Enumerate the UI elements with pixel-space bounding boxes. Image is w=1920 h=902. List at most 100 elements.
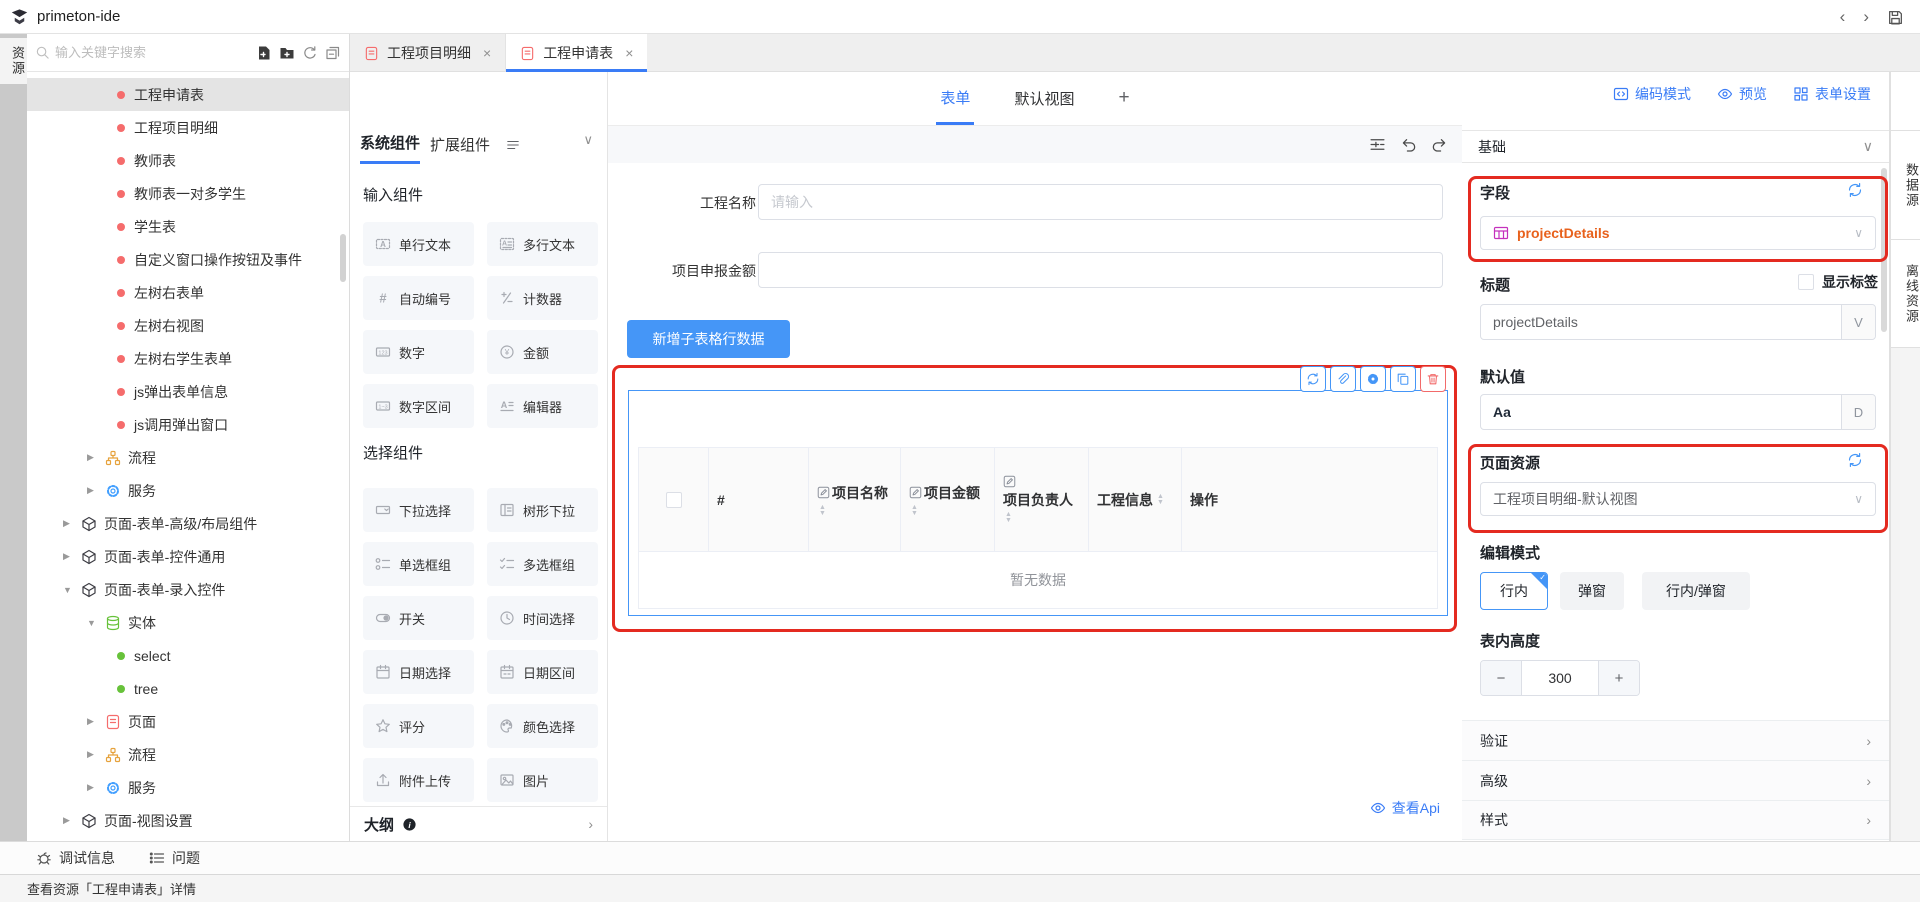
tree-scrollbar[interactable] xyxy=(340,234,346,282)
tree-item-teacher-table[interactable]: 教师表 xyxy=(27,144,349,177)
header-project-name-cell[interactable]: 项目名称▲▼ xyxy=(809,448,901,551)
close-tab-icon[interactable]: × xyxy=(625,45,633,61)
link-component-button[interactable] xyxy=(1330,366,1356,392)
header-project-amount-cell[interactable]: 项目金额▲▼ xyxy=(901,448,995,551)
chevron-right-icon[interactable]: › xyxy=(588,816,593,832)
tree-item-js-popup-window[interactable]: js调用弹出窗口 xyxy=(27,408,349,441)
new-folder-icon[interactable] xyxy=(279,45,295,61)
section-style[interactable]: 样式› xyxy=(1462,800,1889,840)
menu-icon[interactable] xyxy=(506,138,520,152)
component-rate[interactable]: 评分 xyxy=(363,704,474,748)
rail-tab-offline-resources[interactable]: 离线资源 xyxy=(1891,240,1920,348)
tree-group-page-view-settings[interactable]: ▶ 页面-视图设置 xyxy=(27,804,349,837)
import-resource-icon[interactable] xyxy=(256,45,272,61)
refresh-icon[interactable] xyxy=(302,45,318,61)
edit-mode-inline[interactable]: 行内 ✓ xyxy=(1480,572,1548,610)
edit-mode-inline-popup[interactable]: 行内/弹窗 xyxy=(1642,572,1750,610)
collapse-panel-icon[interactable]: ∨ xyxy=(583,132,593,148)
caret-down-icon[interactable]: ▼ xyxy=(87,618,99,628)
collapse-all-icon[interactable] xyxy=(325,45,341,61)
component-counter[interactable]: 计数器 xyxy=(487,276,598,320)
close-tab-icon[interactable]: × xyxy=(483,45,491,61)
component-time-picker[interactable]: 时间选择 xyxy=(487,596,598,640)
component-tree-dropdown[interactable]: 树形下拉 xyxy=(487,488,598,532)
tree-group-page-form-common[interactable]: ▶ 页面-表单-控件通用 xyxy=(27,540,349,573)
tree-group-process[interactable]: ▶ 流程 xyxy=(27,441,349,474)
rail-tab-resources[interactable]: 资源 xyxy=(0,38,27,84)
stepper-plus-button[interactable]: + xyxy=(1599,661,1639,695)
default-value-text[interactable]: Aa xyxy=(1481,404,1841,420)
project-name-input[interactable] xyxy=(758,184,1443,220)
tree-group-process-2[interactable]: ▶ 流程 xyxy=(27,738,349,771)
problems-tab[interactable]: 问题 xyxy=(149,848,200,868)
title-input[interactable] xyxy=(1481,314,1841,330)
outline-section[interactable]: 大纲 i › xyxy=(350,806,607,841)
delete-component-button[interactable] xyxy=(1420,366,1446,392)
component-auto-number[interactable]: # 自动编号 xyxy=(363,276,474,320)
field-select[interactable]: projectDetails ∨ xyxy=(1480,216,1876,250)
component-number-range[interactable]: 1~3 数字区间 xyxy=(363,384,474,428)
component-editor[interactable]: A 编辑器 xyxy=(487,384,598,428)
sort-icon[interactable]: ▲▼ xyxy=(819,505,826,517)
tree-item-custom-window[interactable]: 自定义窗口操作按钮及事件 xyxy=(27,243,349,276)
title-variable-button[interactable]: V xyxy=(1841,305,1875,339)
tree-group-page-form-entry[interactable]: ▼ 页面-表单-录入控件 xyxy=(27,573,349,606)
copy-component-button[interactable] xyxy=(1390,366,1416,392)
editor-tab-project-request[interactable]: 工程申请表 × xyxy=(506,34,647,72)
tab-default-view[interactable]: 默认视图 xyxy=(1010,74,1078,123)
add-view-button[interactable]: + xyxy=(1114,73,1133,125)
project-amount-input[interactable] xyxy=(758,252,1443,288)
tab-form[interactable]: 表单 xyxy=(936,73,974,125)
tree-group-service[interactable]: ▶ 服务 xyxy=(27,474,349,507)
component-money[interactable]: ¥ 金额 xyxy=(487,330,598,374)
undo-icon[interactable] xyxy=(1400,136,1417,153)
stepper-minus-button[interactable]: − xyxy=(1481,661,1521,695)
rail-tab-datasource[interactable]: 数据源 xyxy=(1891,130,1920,240)
sync-component-button[interactable] xyxy=(1300,366,1326,392)
header-project-owner-cell[interactable]: 项目负责人▲▼ xyxy=(995,448,1089,551)
tree-group-page[interactable]: ▶ 页面 xyxy=(27,705,349,738)
component-image[interactable]: 图片 xyxy=(487,758,598,802)
component-file-upload[interactable]: 附件上传 xyxy=(363,758,474,802)
refresh-page-resource-icon[interactable] xyxy=(1847,452,1863,468)
caret-right-icon[interactable]: ▶ xyxy=(87,749,99,760)
component-single-line-text[interactable]: A 单行文本 xyxy=(363,222,474,266)
component-date-range[interactable]: 日期区间 xyxy=(487,650,598,694)
view-api-link[interactable]: 查看Api xyxy=(1370,798,1440,818)
component-radio-group[interactable]: 单选框组 xyxy=(363,542,474,586)
tree-item-teacher-students[interactable]: 教师表一对多学生 xyxy=(27,177,349,210)
component-checkbox-group[interactable]: 多选框组 xyxy=(487,542,598,586)
component-switch[interactable]: 开关 xyxy=(363,596,474,640)
tree-item-tree[interactable]: tree xyxy=(27,672,349,705)
redo-icon[interactable] xyxy=(1431,136,1448,153)
outline-toggle-icon[interactable] xyxy=(1369,136,1386,153)
tree-group-entity[interactable]: ▼ 实体 xyxy=(27,606,349,639)
table-height-value[interactable]: 300 xyxy=(1521,661,1599,695)
component-date-picker[interactable]: 日期选择 xyxy=(363,650,474,694)
component-multi-line-text[interactable]: A 多行文本 xyxy=(487,222,598,266)
caret-right-icon[interactable]: ▶ xyxy=(87,782,99,793)
refresh-field-icon[interactable] xyxy=(1847,182,1863,198)
sort-icon[interactable]: ▲▼ xyxy=(1157,494,1164,506)
tree-item-left-tree-student-form[interactable]: 左树右学生表单 xyxy=(27,342,349,375)
tree-item-left-tree-view[interactable]: 左树右视图 xyxy=(27,309,349,342)
code-mode-link[interactable]: 编码模式 xyxy=(1613,84,1691,104)
show-label-checkbox[interactable] xyxy=(1798,274,1814,290)
tab-system-components[interactable]: 系统组件 xyxy=(360,132,420,164)
search-input[interactable] xyxy=(55,45,256,60)
caret-right-icon[interactable]: ▶ xyxy=(63,551,75,562)
preview-link[interactable]: 预览 xyxy=(1717,84,1767,104)
default-dynamic-button[interactable]: D xyxy=(1841,395,1875,429)
save-icon[interactable] xyxy=(1887,9,1904,26)
section-advanced[interactable]: 高级› xyxy=(1462,760,1889,800)
nav-back-icon[interactable]: ‹ xyxy=(1840,7,1846,27)
caret-right-icon[interactable]: ▶ xyxy=(87,485,99,496)
select-all-checkbox[interactable] xyxy=(666,492,682,508)
editor-tab-project-detail[interactable]: 工程项目明细 × xyxy=(350,34,506,72)
caret-right-icon[interactable]: ▶ xyxy=(87,716,99,727)
component-color-picker[interactable]: 颜色选择 xyxy=(487,704,598,748)
sort-icon[interactable]: ▲▼ xyxy=(911,505,918,517)
tab-extend-components[interactable]: 扩展组件 xyxy=(430,134,490,163)
tree-item-select[interactable]: select xyxy=(27,639,349,672)
sort-icon[interactable]: ▲▼ xyxy=(1005,512,1012,524)
